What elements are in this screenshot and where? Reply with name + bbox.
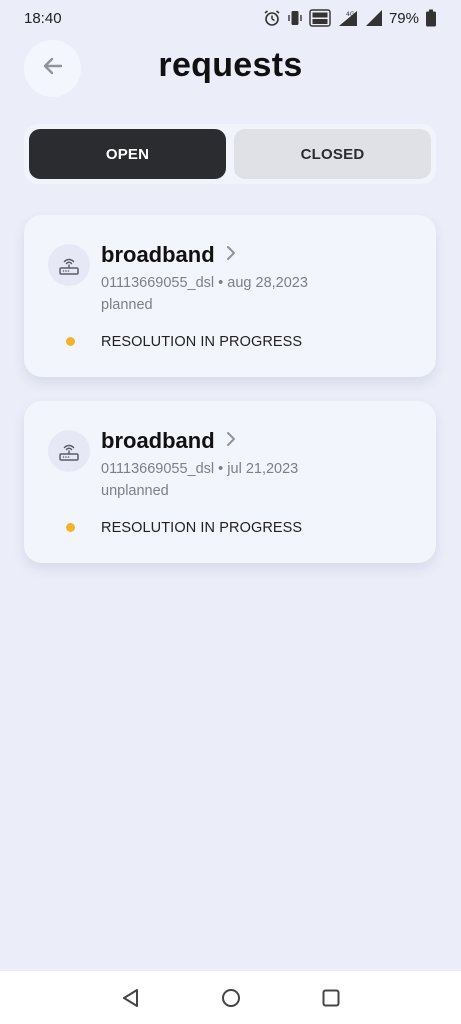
back-triangle-icon[interactable] <box>120 987 142 1009</box>
chevron-right-icon <box>225 245 237 266</box>
signal-icon <box>365 9 383 27</box>
chevron-right-icon <box>225 431 237 452</box>
card-title-row: broadband <box>101 242 237 268</box>
request-status: RESOLUTION IN PROGRESS <box>101 520 303 536</box>
tab-open[interactable]: OPEN <box>29 129 226 179</box>
request-card[interactable]: broadband 01113669055_dsl • aug 28,2023 … <box>24 215 436 377</box>
request-title: broadband <box>101 428 215 453</box>
router-icon <box>48 430 90 472</box>
network-type-label: 4G <box>346 11 355 18</box>
request-type: unplanned <box>101 483 169 499</box>
request-tabs: OPEN CLOSED <box>24 124 436 184</box>
recents-square-icon[interactable] <box>320 987 342 1009</box>
page-title: requests <box>158 46 303 84</box>
status-icons: 4G 79% <box>263 9 437 27</box>
request-card[interactable]: broadband 01113669055_dsl • jul 21,2023 … <box>24 401 436 563</box>
alarm-icon <box>263 9 281 27</box>
status-time: 18:40 <box>24 9 62 27</box>
home-circle-icon[interactable] <box>220 987 242 1009</box>
request-meta: 01113669055_dsl • aug 28,2023 <box>101 275 308 291</box>
request-title: broadband <box>101 242 215 267</box>
vibrate-icon <box>287 9 303 27</box>
card-title-row: broadband <box>101 428 237 454</box>
tab-closed[interactable]: CLOSED <box>234 129 431 179</box>
signal-icon: 4G <box>337 9 359 27</box>
router-icon <box>48 244 90 286</box>
system-nav-bar <box>0 971 461 1024</box>
status-dot <box>66 523 75 532</box>
status-bar: 18:40 4G 79% <box>0 0 461 36</box>
volte-icon <box>309 9 331 27</box>
request-meta: 01113669055_dsl • jul 21,2023 <box>101 461 299 477</box>
request-status: RESOLUTION IN PROGRESS <box>101 334 303 350</box>
battery-icon <box>425 9 437 27</box>
header: requests <box>0 38 461 98</box>
status-dot <box>66 337 75 346</box>
battery-percentage: 79% <box>388 9 419 27</box>
request-type: planned <box>101 297 153 313</box>
